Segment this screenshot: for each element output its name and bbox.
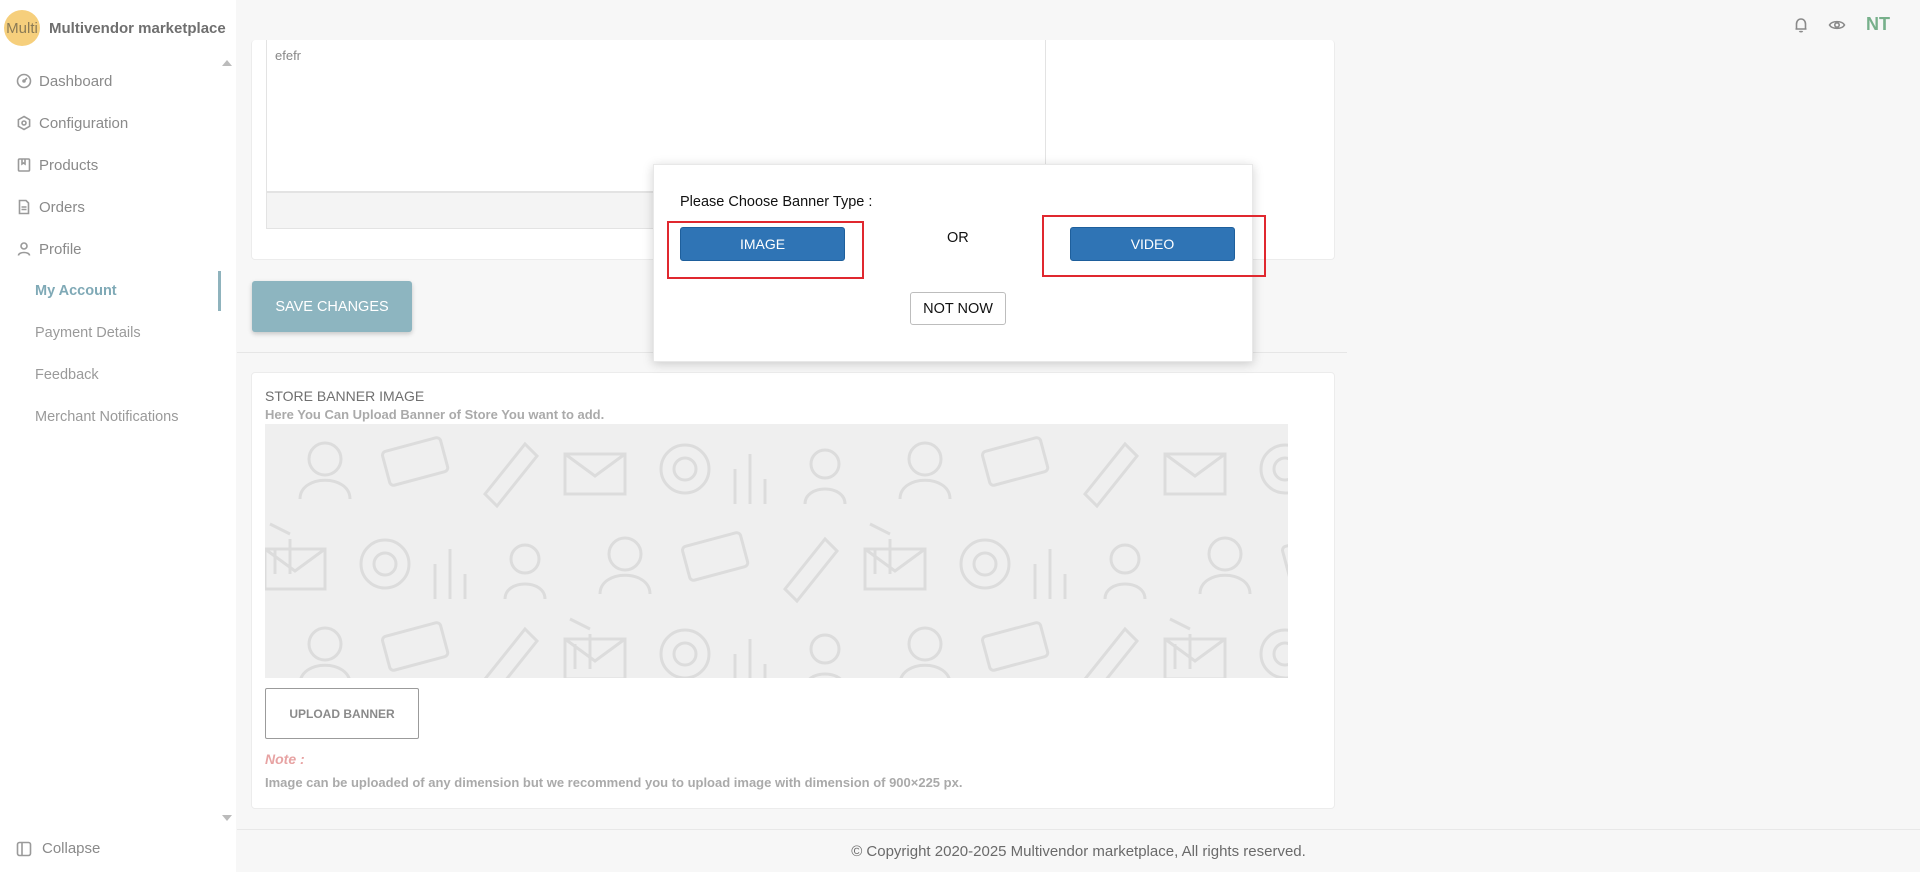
sidebar-item-label: Dashboard [39, 72, 113, 90]
sidebar: Multi Multivendor marketplace Dashboard … [0, 0, 236, 872]
sidebar-item-label: Configuration [39, 114, 129, 132]
topbar: NT [1792, 14, 1890, 35]
sidebar-item-label: Profile [39, 240, 82, 258]
sidebar-item-dashboard[interactable]: Dashboard [0, 60, 236, 102]
footer-copyright: © Copyright 2020-2025 Multivendor market… [851, 843, 1306, 860]
main-content: NT efefr SAVE CHANGES STORE BANNER IMAGE… [237, 0, 1920, 872]
footer-divider [237, 829, 1920, 830]
video-button[interactable]: VIDEO [1070, 227, 1235, 261]
sidebar-item-profile[interactable]: Profile [0, 228, 236, 270]
bell-icon[interactable] [1792, 16, 1810, 34]
modal-title: Please Choose Banner Type : [680, 194, 873, 210]
store-banner-card: STORE BANNER IMAGE Here You Can Upload B… [251, 372, 1335, 809]
brand-logo: Multi [4, 10, 40, 46]
banner-title: STORE BANNER IMAGE [265, 388, 425, 404]
sidebar-item-label: Products [39, 156, 99, 174]
collapse-button[interactable]: Collapse [16, 840, 100, 857]
brand[interactable]: Multi Multivendor marketplace [4, 10, 226, 46]
sidebar-item-label: Orders [39, 198, 85, 216]
banner-subtitle: Here You Can Upload Banner of Store You … [265, 407, 605, 422]
sidebar-subitem-merchant-notifications[interactable]: Merchant Notifications [0, 396, 236, 438]
note-label: Note : [265, 751, 305, 767]
brand-name: Multivendor marketplace [49, 19, 226, 37]
eye-icon[interactable] [1828, 16, 1846, 34]
sidebar-scroll-down-arrow[interactable] [222, 815, 232, 821]
note-text: Image can be uploaded of any dimension b… [265, 775, 963, 790]
collapse-icon [16, 841, 32, 856]
upload-banner-button[interactable]: UPLOAD BANNER [265, 688, 419, 739]
save-changes-button[interactable]: SAVE CHANGES [252, 281, 412, 332]
user-avatar-initials[interactable]: NT [1866, 14, 1890, 35]
document-icon [16, 199, 32, 215]
banner-type-modal: Please Choose Banner Type : IMAGE OR VID… [653, 164, 1266, 362]
sidebar-subitem-feedback[interactable]: Feedback [0, 354, 236, 396]
hexagon-settings-icon [16, 115, 32, 131]
bookmark-box-icon [16, 157, 32, 173]
sidebar-item-orders[interactable]: Orders [0, 186, 236, 228]
sidebar-item-products[interactable]: Products [0, 144, 236, 186]
gauge-icon [16, 73, 32, 89]
image-button[interactable]: IMAGE [680, 227, 845, 261]
sidebar-subitem-payment-details[interactable]: Payment Details [0, 312, 236, 354]
sidebar-nav: Dashboard Configuration Products Orders … [0, 60, 236, 438]
or-separator: OR [947, 230, 969, 246]
sidebar-item-configuration[interactable]: Configuration [0, 102, 236, 144]
user-icon [16, 241, 32, 257]
collapse-label: Collapse [42, 840, 101, 857]
banner-placeholder-image [265, 424, 1288, 678]
not-now-button[interactable]: NOT NOW [910, 292, 1006, 325]
sidebar-subitem-my-account[interactable]: My Account [0, 270, 236, 312]
